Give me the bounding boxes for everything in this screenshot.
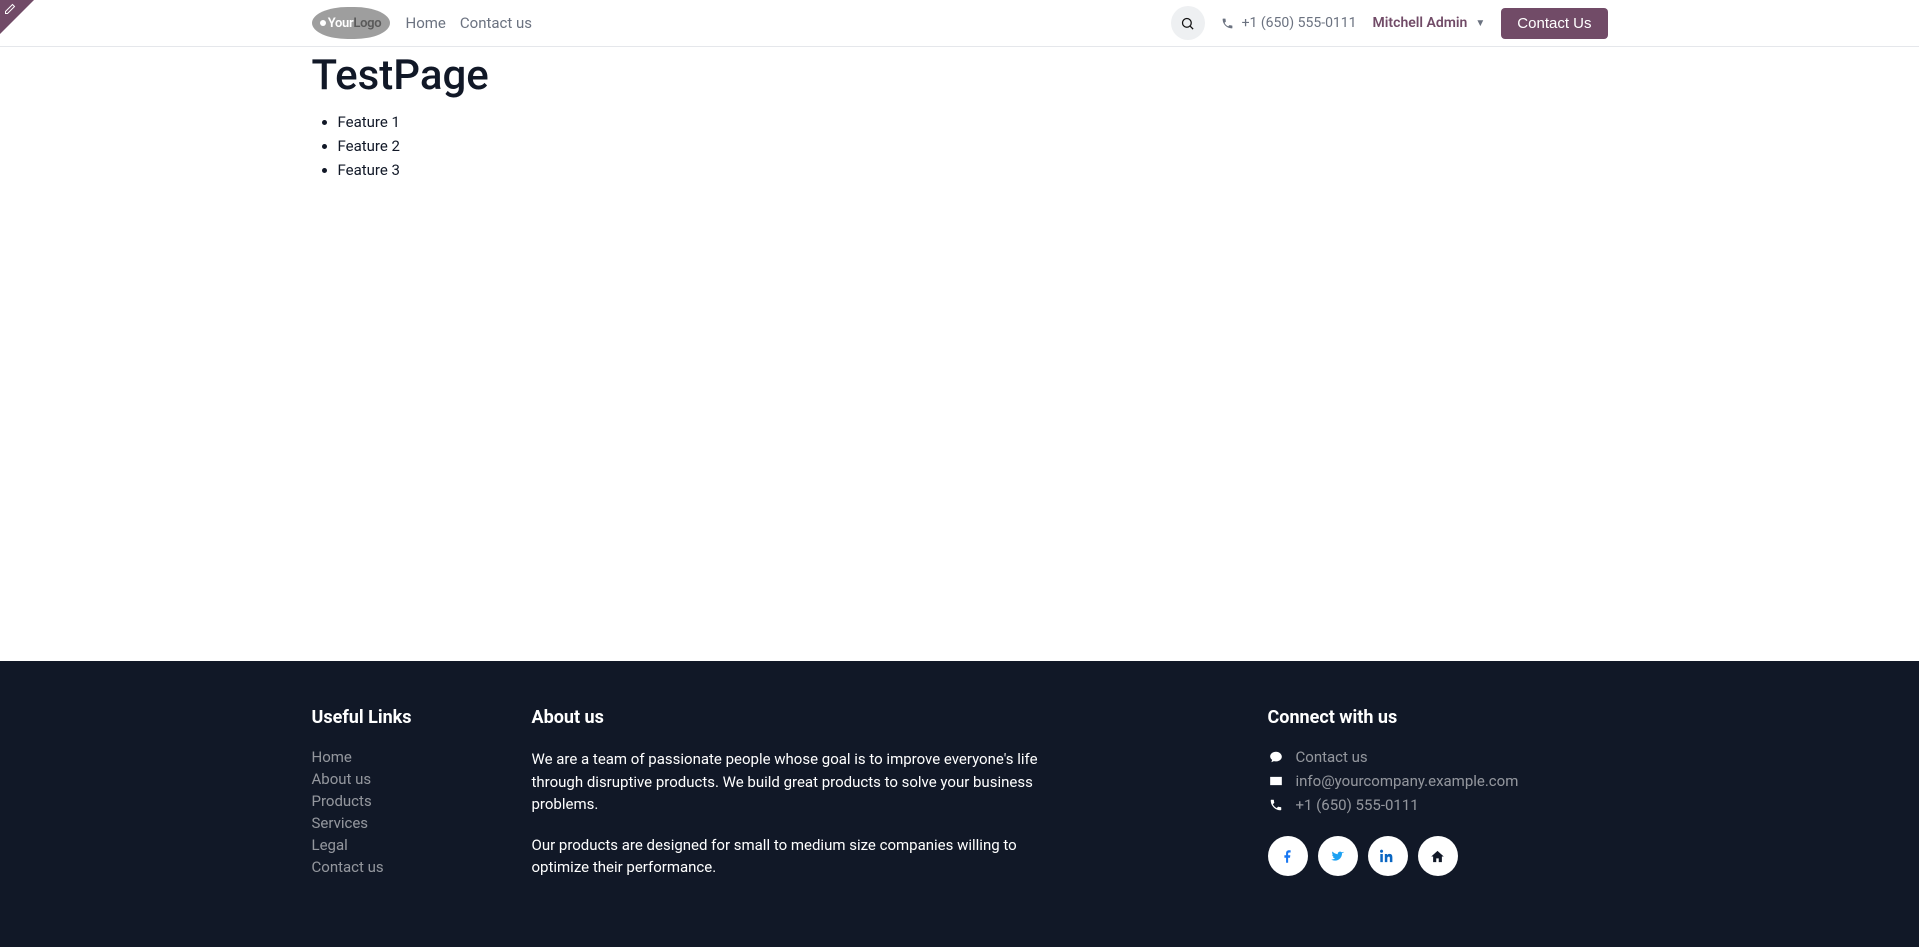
- logo-badge: YourLogo: [312, 7, 390, 39]
- footer-link-about-us[interactable]: About us: [312, 770, 372, 788]
- site-header: YourLogo Home Contact us +1 (650) 555-01…: [0, 0, 1919, 47]
- main-nav: Home Contact us: [406, 14, 533, 32]
- list-item: Feature 3: [338, 158, 1608, 182]
- page-content: TestPage Feature 1 Feature 2 Feature 3: [0, 47, 1919, 661]
- footer-about-text-1: We are a team of passionate people whose…: [532, 748, 1052, 816]
- footer-contact-link[interactable]: Contact us: [1296, 748, 1368, 766]
- header-phone[interactable]: +1 (650) 555-0111: [1221, 15, 1357, 31]
- social-linkedin[interactable]: [1368, 836, 1408, 876]
- footer-about: About us We are a team of passionate peo…: [532, 707, 1052, 897]
- header-phone-text: +1 (650) 555-0111: [1242, 15, 1357, 31]
- chat-icon: [1268, 750, 1284, 764]
- footer-email-link[interactable]: info@yourcompany.example.com: [1296, 772, 1519, 790]
- search-icon: [1180, 16, 1195, 31]
- site-footer: Useful Links Home About us Products Serv…: [0, 661, 1919, 947]
- twitter-icon: [1330, 849, 1345, 864]
- nav-home[interactable]: Home: [406, 14, 446, 32]
- site-logo[interactable]: YourLogo: [312, 7, 390, 39]
- phone-icon: [1221, 17, 1234, 30]
- footer-connect: Connect with us Contact us info@yourcomp…: [1268, 707, 1608, 897]
- footer-phone-link[interactable]: +1 (650) 555-0111: [1296, 796, 1419, 814]
- social-links: [1268, 836, 1608, 876]
- facebook-icon: [1280, 849, 1295, 864]
- user-menu[interactable]: Mitchell Admin ▼: [1373, 15, 1486, 31]
- page-title: TestPage: [312, 51, 1608, 100]
- home-icon: [1430, 849, 1445, 864]
- footer-links-title: Useful Links: [312, 707, 492, 728]
- feature-list: Feature 1 Feature 2 Feature 3: [312, 110, 1608, 182]
- edit-mode-corner[interactable]: [0, 0, 34, 34]
- footer-link-home[interactable]: Home: [312, 748, 352, 766]
- envelope-icon: [1268, 774, 1284, 788]
- contact-us-button[interactable]: Contact Us: [1501, 8, 1607, 39]
- social-home[interactable]: [1418, 836, 1458, 876]
- nav-contact-us[interactable]: Contact us: [460, 14, 532, 32]
- footer-link-legal[interactable]: Legal: [312, 836, 348, 854]
- search-button[interactable]: [1171, 6, 1205, 40]
- footer-about-title: About us: [532, 707, 1052, 728]
- footer-connect-title: Connect with us: [1268, 707, 1608, 728]
- list-item: Feature 1: [338, 110, 1608, 134]
- social-facebook[interactable]: [1268, 836, 1308, 876]
- footer-about-text-2: Our products are designed for small to m…: [532, 834, 1052, 879]
- social-twitter[interactable]: [1318, 836, 1358, 876]
- footer-link-products[interactable]: Products: [312, 792, 372, 810]
- edit-icon: [4, 3, 16, 15]
- linkedin-icon: [1380, 849, 1395, 864]
- phone-icon: [1268, 798, 1284, 812]
- footer-useful-links: Useful Links Home About us Products Serv…: [312, 707, 492, 897]
- chevron-down-icon: ▼: [1475, 18, 1485, 29]
- list-item: Feature 2: [338, 134, 1608, 158]
- footer-link-contact-us[interactable]: Contact us: [312, 858, 384, 876]
- user-name: Mitchell Admin: [1373, 15, 1468, 31]
- footer-link-services[interactable]: Services: [312, 814, 369, 832]
